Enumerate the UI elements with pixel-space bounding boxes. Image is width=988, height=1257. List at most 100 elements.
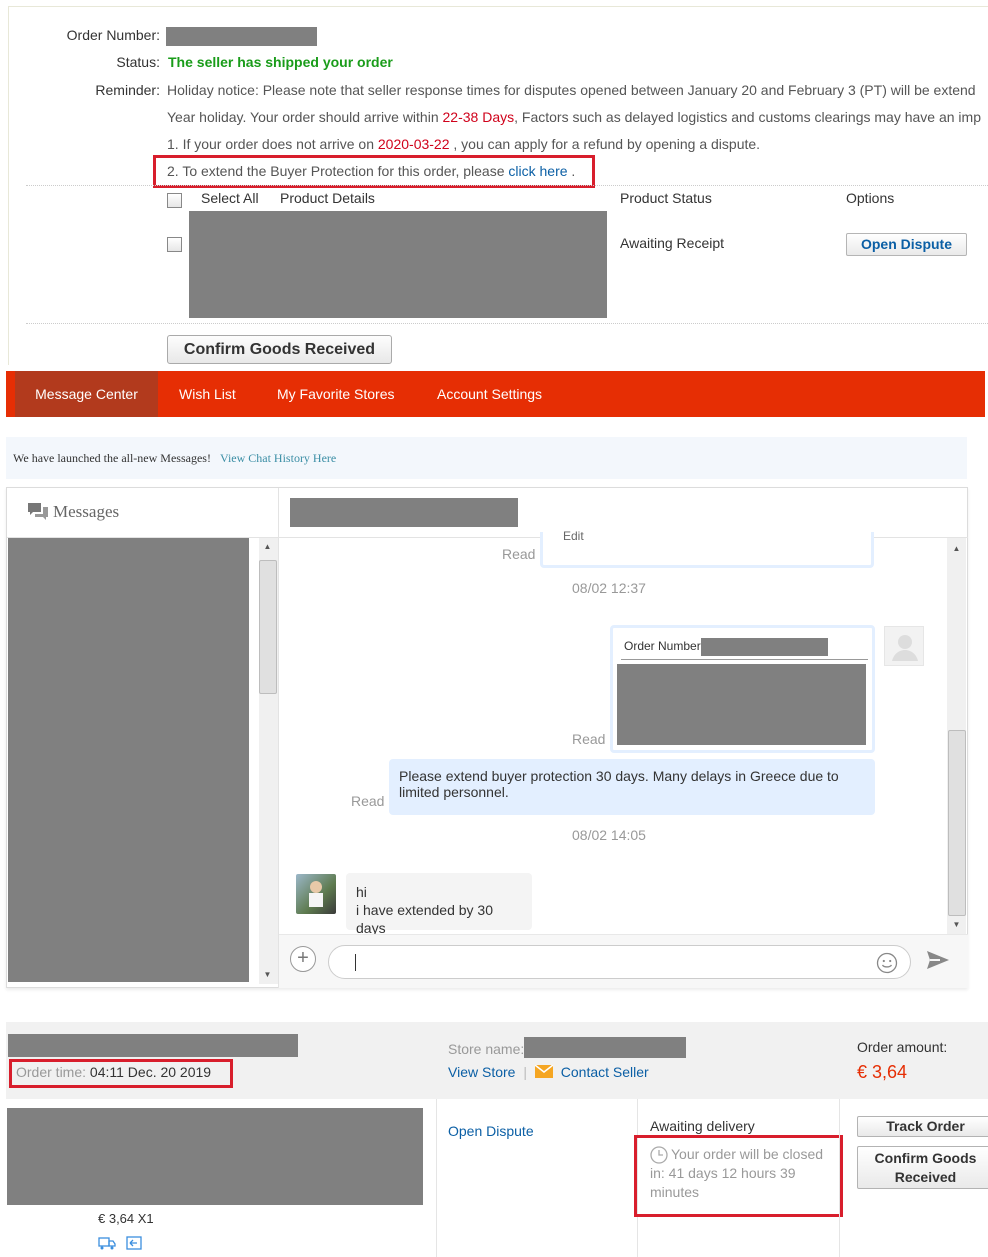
refund-prefix: 1. If your order does not arrive on (167, 136, 378, 152)
reply-line: hi (356, 884, 367, 900)
notice-text: We have launched the all-new Messages! (13, 451, 211, 465)
product-status-header: Product Status (620, 190, 712, 206)
product-status-value: Awaiting Receipt (620, 235, 725, 251)
messages-title: Messages (53, 502, 120, 521)
scroll-up-arrow[interactable]: ▲ (259, 540, 276, 554)
order-body: € 3,64 X1 Open Dispute Awaiting delivery… (6, 1099, 988, 1257)
track-order-button[interactable]: Track Order (857, 1116, 988, 1137)
order-card-label: Order Number (624, 639, 701, 653)
order-id-redacted (8, 1034, 298, 1057)
tab-message-center[interactable]: Message Center (15, 371, 158, 417)
messages-header: Messages (7, 488, 279, 538)
conversation-list-scrollbar[interactable]: ▲ ▼ (259, 538, 278, 984)
chat-bubbles-icon (27, 502, 49, 525)
timestamp: 08/02 12:37 (572, 580, 646, 596)
tab-account-settings[interactable]: Account Settings (417, 371, 562, 417)
view-store-link[interactable]: View Store (448, 1064, 515, 1080)
arrival-prefix: Year holiday. Your order should arrive w… (167, 109, 443, 125)
refund-suffix: , you can apply for a refund by opening … (449, 136, 761, 152)
tab-wish-list[interactable]: Wish List (159, 371, 256, 417)
contact-seller-link[interactable]: Contact Seller (561, 1064, 649, 1080)
divider (26, 323, 988, 324)
truck-icon[interactable] (98, 1236, 116, 1253)
emoji-icon[interactable] (876, 952, 898, 977)
view-chat-history-link[interactable]: View Chat History Here (220, 451, 336, 466)
scroll-down-arrow[interactable]: ▼ (948, 918, 965, 932)
highlight-box-extend (153, 155, 595, 188)
options-header: Options (846, 190, 895, 206)
send-icon[interactable] (926, 949, 950, 974)
previous-message-card: Edit (540, 529, 874, 568)
order-card-product-redacted (617, 664, 866, 745)
new-messages-notice: We have launched the all-new Messages! V… (6, 437, 967, 479)
arrival-days: 22-38 Days (442, 109, 515, 125)
arrival-suffix: , Factors such as delayed logistics and … (514, 109, 981, 125)
refund-date: 2020-03-22 (377, 136, 450, 152)
scroll-down-arrow[interactable]: ▼ (259, 968, 276, 982)
link-separator: | (523, 1064, 527, 1080)
store-links: View Store | Contact Seller (448, 1064, 649, 1080)
column-divider (839, 1099, 840, 1257)
snapshot-icons (98, 1236, 142, 1253)
scroll-up-arrow[interactable]: ▲ (948, 542, 965, 556)
select-all-checkbox[interactable] (167, 193, 182, 208)
confirm-goods-label: Confirm Goods (874, 1150, 977, 1166)
order-number-redacted (166, 27, 317, 46)
add-attachment-icon[interactable]: + (290, 946, 316, 972)
read-receipt: Read (351, 793, 385, 809)
seller-avatar (296, 874, 336, 914)
order-amount-value: € 3,64 (857, 1062, 908, 1082)
store-name-label: Store name: (448, 1041, 525, 1057)
order-detail-panel: Order Number: Status: The seller has shi… (0, 0, 988, 365)
messages-window: Messages ▲ ▼ Edit Read 08/02 12:37 Order… (6, 487, 968, 988)
order-card-message[interactable]: Order Number (610, 625, 875, 753)
tab-favorite-stores[interactable]: My Favorite Stores (257, 371, 414, 417)
envelope-icon (534, 1065, 553, 1078)
order-card-number-redacted (701, 638, 828, 656)
column-divider (436, 1099, 437, 1257)
message-input[interactable] (328, 945, 911, 979)
delivery-status: Awaiting delivery (650, 1118, 755, 1134)
status-value: The seller has shipped your order (168, 54, 393, 70)
my-avatar (884, 626, 924, 666)
product-checkbox[interactable] (167, 237, 182, 252)
chat-input-bar: + (279, 934, 968, 988)
order-number-label: Order Number: (66, 27, 160, 43)
read-receipt: Read (502, 546, 536, 562)
reminder-label: Reminder: (95, 82, 160, 98)
my-message-bubble: Please extend buyer protection 30 days. … (389, 759, 875, 815)
refund-notice: 1. If your order does not arrive on 2020… (167, 136, 760, 152)
store-name-redacted (524, 1037, 686, 1058)
previous-message-fragment: Edit (563, 529, 584, 543)
select-all-label: Select All (201, 190, 259, 206)
highlight-box-countdown (634, 1135, 843, 1217)
status-label: Status: (116, 54, 160, 70)
timestamp: 08/02 14:05 (572, 827, 646, 843)
order-amount-label: Order amount: (857, 1039, 948, 1055)
arrival-notice: Year holiday. Your order should arrive w… (167, 109, 988, 125)
text-cursor (355, 954, 356, 971)
order-header: Order time: 04:11 Dec. 20 2019 Store nam… (6, 1022, 988, 1099)
confirm-goods-received-button[interactable]: Confirm Goods Received (857, 1146, 988, 1189)
open-dispute-link[interactable]: Open Dispute (448, 1123, 534, 1139)
pane-divider (278, 488, 279, 988)
scroll-thumb[interactable] (259, 560, 277, 694)
scroll-thumb[interactable] (948, 730, 966, 916)
divider (26, 185, 988, 186)
price-quantity: € 3,64 X1 (98, 1211, 154, 1226)
chat-scrollbar[interactable]: ▲ ▼ (947, 538, 966, 934)
conversation-list-redacted (8, 538, 249, 982)
open-dispute-button[interactable]: Open Dispute (846, 233, 967, 256)
account-nav-bar: Message Center Wish List My Favorite Sto… (6, 371, 985, 417)
holiday-notice: Holiday notice: Please note that seller … (167, 82, 976, 98)
read-receipt: Read (572, 731, 606, 747)
chat-partner-name-redacted (290, 498, 518, 527)
order-card-divider (621, 659, 868, 660)
seller-reply-bubble: hi i have extended by 30 days (346, 873, 532, 936)
confirm-goods-label: Received (894, 1169, 957, 1185)
snapshot-icon[interactable] (126, 1236, 142, 1253)
order-product-redacted (7, 1108, 423, 1205)
reply-line: i have extended by 30 days (356, 902, 493, 936)
product-details-redacted (189, 211, 607, 318)
confirm-goods-received-button[interactable]: Confirm Goods Received (167, 335, 392, 364)
